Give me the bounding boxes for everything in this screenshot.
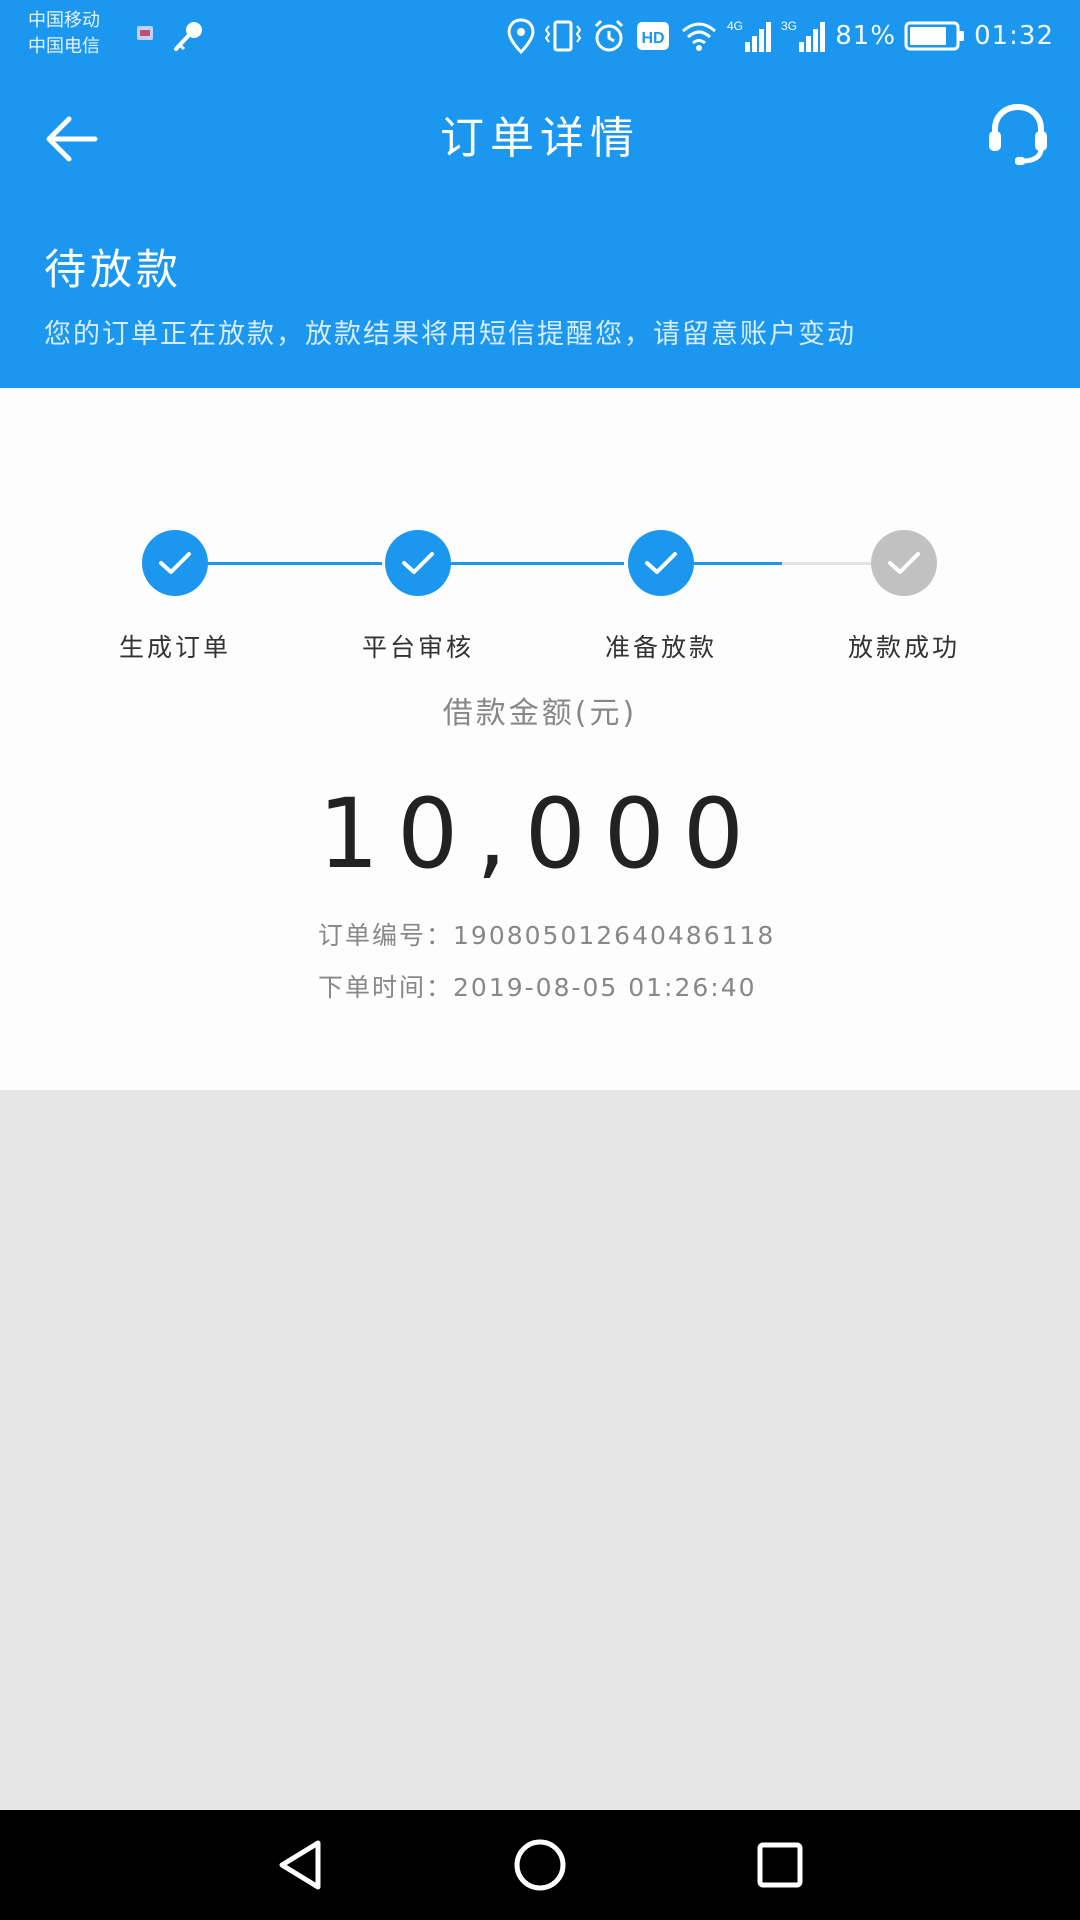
- vibrate-icon: [545, 20, 582, 52]
- order-time-row: 下单时间：2019-08-05 01:26:40: [318, 968, 757, 1004]
- network-1-label: 4G: [727, 19, 743, 33]
- clock: 01:32: [974, 21, 1054, 51]
- step-2-indicator: [385, 530, 451, 596]
- step-4-label: 放款成功: [847, 633, 960, 662]
- loan-amount-label: 借款金额(元): [442, 696, 638, 731]
- battery-percent: 81%: [835, 21, 897, 51]
- status-bar: 中国移动 中国电信 HD 4G 3G 81% 01:32: [0, 0, 1080, 76]
- step-2-label: 平台审核: [361, 633, 474, 662]
- battery-icon: [904, 21, 965, 51]
- step-1-indicator: [142, 530, 208, 596]
- progress-line: [448, 562, 624, 565]
- progress-line: [782, 562, 872, 565]
- key-icon: [174, 22, 202, 51]
- network-2-label: 3G: [781, 19, 797, 33]
- order-status-description: 您的订单正在放款，放款结果将用短信提醒您，请留意账户变动: [44, 319, 856, 350]
- loan-amount: 10,000: [318, 778, 762, 890]
- headset-icon: [989, 103, 1047, 165]
- header: 中国移动 中国电信 HD 4G 3G 81% 01:32 订单详情 待放款 您的…: [0, 0, 1080, 388]
- progress-steps: 生成订单 平台审核 准备放款 放款成功: [0, 458, 1080, 662]
- home-circle-icon: [514, 1839, 566, 1891]
- carrier-2: 中国电信: [28, 36, 100, 57]
- signal-icon: 3G: [781, 19, 826, 52]
- order-number-label: 订单编号：: [318, 921, 454, 950]
- nav-back-button[interactable]: [260, 1832, 340, 1898]
- hd-icon: HD: [637, 22, 670, 50]
- check-icon: [159, 552, 191, 574]
- check-icon: [888, 552, 920, 574]
- order-number-row: 订单编号：190805012640486118: [318, 916, 775, 952]
- step-1-label: 生成订单: [118, 633, 231, 662]
- carrier-info: 中国移动 中国电信: [28, 8, 100, 60]
- notification-icon: [137, 26, 153, 40]
- step-3-indicator: [628, 530, 694, 596]
- system-navigation-bar: [0, 1810, 1080, 1920]
- title-bar: 订单详情: [0, 76, 1080, 196]
- nav-recents-button[interactable]: [740, 1832, 820, 1898]
- svg-text:HD: HD: [642, 30, 665, 47]
- check-icon: [645, 552, 677, 574]
- order-time-label: 下单时间：: [318, 973, 454, 1002]
- wifi-icon: [682, 22, 717, 51]
- progress-line: [690, 562, 782, 565]
- order-time-value: 2019-08-05 01:26:40: [453, 973, 757, 1002]
- alarm-icon: [595, 19, 624, 52]
- page-title: 订单详情: [440, 113, 640, 164]
- customer-service-button[interactable]: [978, 94, 1058, 174]
- order-number-value: 190805012640486118: [453, 921, 776, 950]
- status-icons: HD 4G 3G 81% 01:32: [507, 14, 1054, 58]
- signal-icon: 4G: [727, 19, 772, 52]
- back-triangle-icon: [279, 1840, 321, 1890]
- step-4-indicator: [871, 530, 937, 596]
- recents-square-icon: [757, 1842, 803, 1888]
- location-icon: [507, 18, 535, 54]
- step-3-label: 准备放款: [604, 633, 717, 662]
- order-card: 生成订单 平台审核 准备放款 放款成功 借款金额(元) 10,000 订单编号：…: [0, 388, 1080, 1090]
- carrier-1: 中国移动: [28, 10, 100, 31]
- nav-home-button[interactable]: [500, 1832, 580, 1898]
- order-status-title: 待放款: [44, 245, 183, 294]
- progress-line: [206, 562, 382, 565]
- check-icon: [402, 552, 434, 574]
